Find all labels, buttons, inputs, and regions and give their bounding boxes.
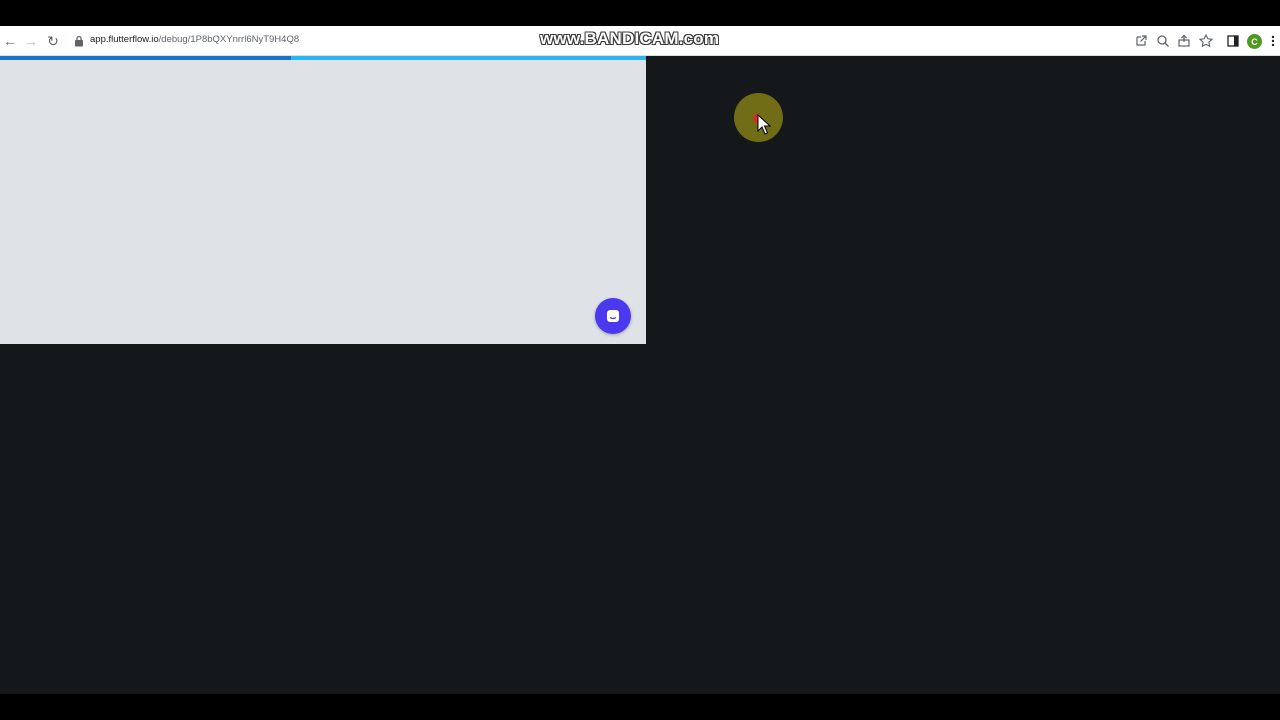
open-external-icon[interactable] (1133, 33, 1149, 49)
back-icon[interactable]: ← (0, 31, 20, 51)
screen-frame: ← → ↻ app.flutterflow.io/debug/1P8bQXYnr… (0, 0, 1280, 720)
forward-icon[interactable]: → (21, 31, 41, 51)
reload-icon[interactable]: ↻ (43, 31, 63, 51)
chat-launcher-button[interactable] (595, 298, 631, 334)
browser-toolbar: ← → ↻ app.flutterflow.io/debug/1P8bQXYnr… (0, 26, 1280, 56)
sidebar-icon[interactable] (1225, 33, 1241, 49)
app-preview-panel (0, 60, 646, 344)
mouse-cursor-icon (757, 114, 771, 135)
kebab-menu-icon[interactable] (1268, 33, 1278, 49)
url-host: app.flutterflow.io (90, 34, 159, 45)
zoom-icon[interactable] (1155, 33, 1171, 49)
letterbox-top (0, 0, 1280, 26)
letterbox-bottom (0, 694, 1280, 720)
lock-icon[interactable] (74, 35, 84, 47)
star-icon[interactable] (1198, 33, 1214, 49)
recorder-watermark: www.BANDICAM.com (540, 29, 720, 48)
address-bar[interactable]: app.flutterflow.io/debug/1P8bQXYnrrl6NyT… (90, 34, 299, 45)
chat-icon (607, 310, 619, 322)
page-content (0, 56, 1280, 694)
share-icon[interactable] (1176, 33, 1192, 49)
url-path: /debug/1P8bQXYnrrl6NyT9H4Q8 (158, 34, 300, 45)
profile-avatar[interactable]: C (1247, 34, 1262, 49)
